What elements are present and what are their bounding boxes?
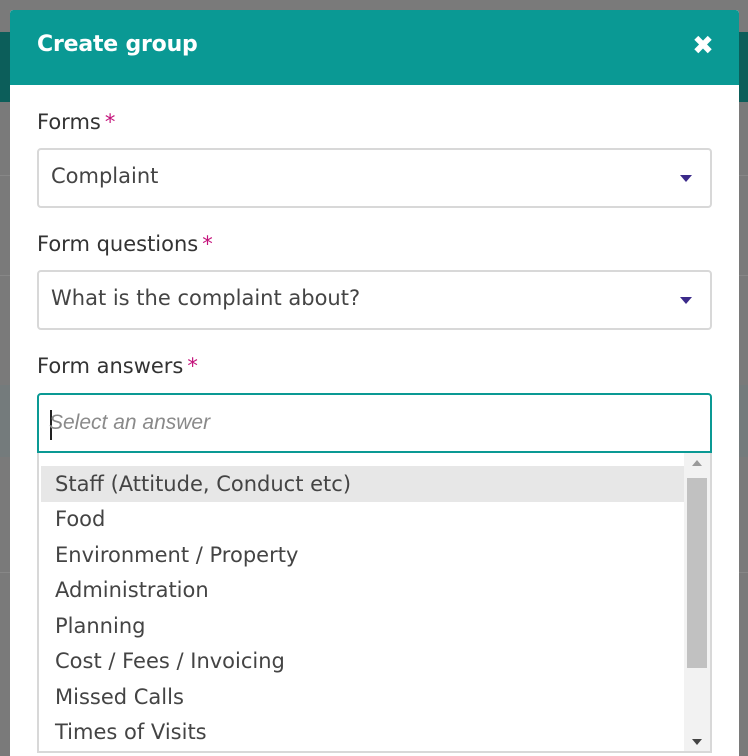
scroll-down-arrow-icon[interactable]	[692, 739, 702, 745]
list-item[interactable]: Cost / Fees / Invoicing	[41, 643, 685, 679]
list-item[interactable]: Planning	[41, 608, 685, 644]
scroll-up-arrow-icon[interactable]	[692, 460, 702, 466]
list-item[interactable]: Missed Calls	[41, 679, 685, 715]
list-item[interactable]: Staff (Attitude, Conduct etc)	[41, 466, 685, 502]
required-marker: *	[104, 110, 116, 134]
dialog-header: Create group ✖	[10, 10, 739, 85]
form-questions-label: Form questions *	[37, 232, 213, 256]
chevron-down-icon	[680, 175, 692, 182]
form-answers-search-input[interactable]	[49, 405, 689, 441]
list-item[interactable]: Times of Visits	[41, 714, 685, 750]
forms-select-value: Complaint	[51, 164, 159, 188]
close-icon[interactable]: ✖	[689, 32, 717, 60]
forms-label-text: Forms	[37, 110, 101, 134]
required-marker: *	[202, 232, 213, 256]
dropdown-scrollbar[interactable]	[684, 453, 710, 751]
form-answers-dropdown: Staff (Attitude, Conduct etc) Food Envir…	[37, 453, 712, 753]
forms-select[interactable]: Complaint	[37, 148, 712, 208]
dialog-title: Create group	[37, 32, 198, 57]
create-group-dialog: Create group ✖ Forms * Complaint Form que…	[10, 10, 739, 756]
scrollbar-thumb[interactable]	[687, 478, 707, 668]
list-item[interactable]: Food	[41, 501, 685, 537]
form-answers-label-text: Form answers	[37, 354, 184, 378]
list-item[interactable]: Environment / Property	[41, 537, 685, 573]
chevron-down-icon	[680, 297, 692, 304]
form-questions-select[interactable]: What is the complaint about?	[37, 270, 712, 330]
required-marker: *	[187, 354, 198, 378]
form-questions-select-value: What is the complaint about?	[51, 286, 361, 310]
form-questions-label-text: Form questions	[37, 232, 199, 256]
forms-label: Forms *	[37, 110, 115, 134]
form-answers-label: Form answers *	[37, 354, 198, 378]
list-item[interactable]: Administration	[41, 572, 685, 608]
form-answers-search[interactable]	[37, 393, 712, 453]
